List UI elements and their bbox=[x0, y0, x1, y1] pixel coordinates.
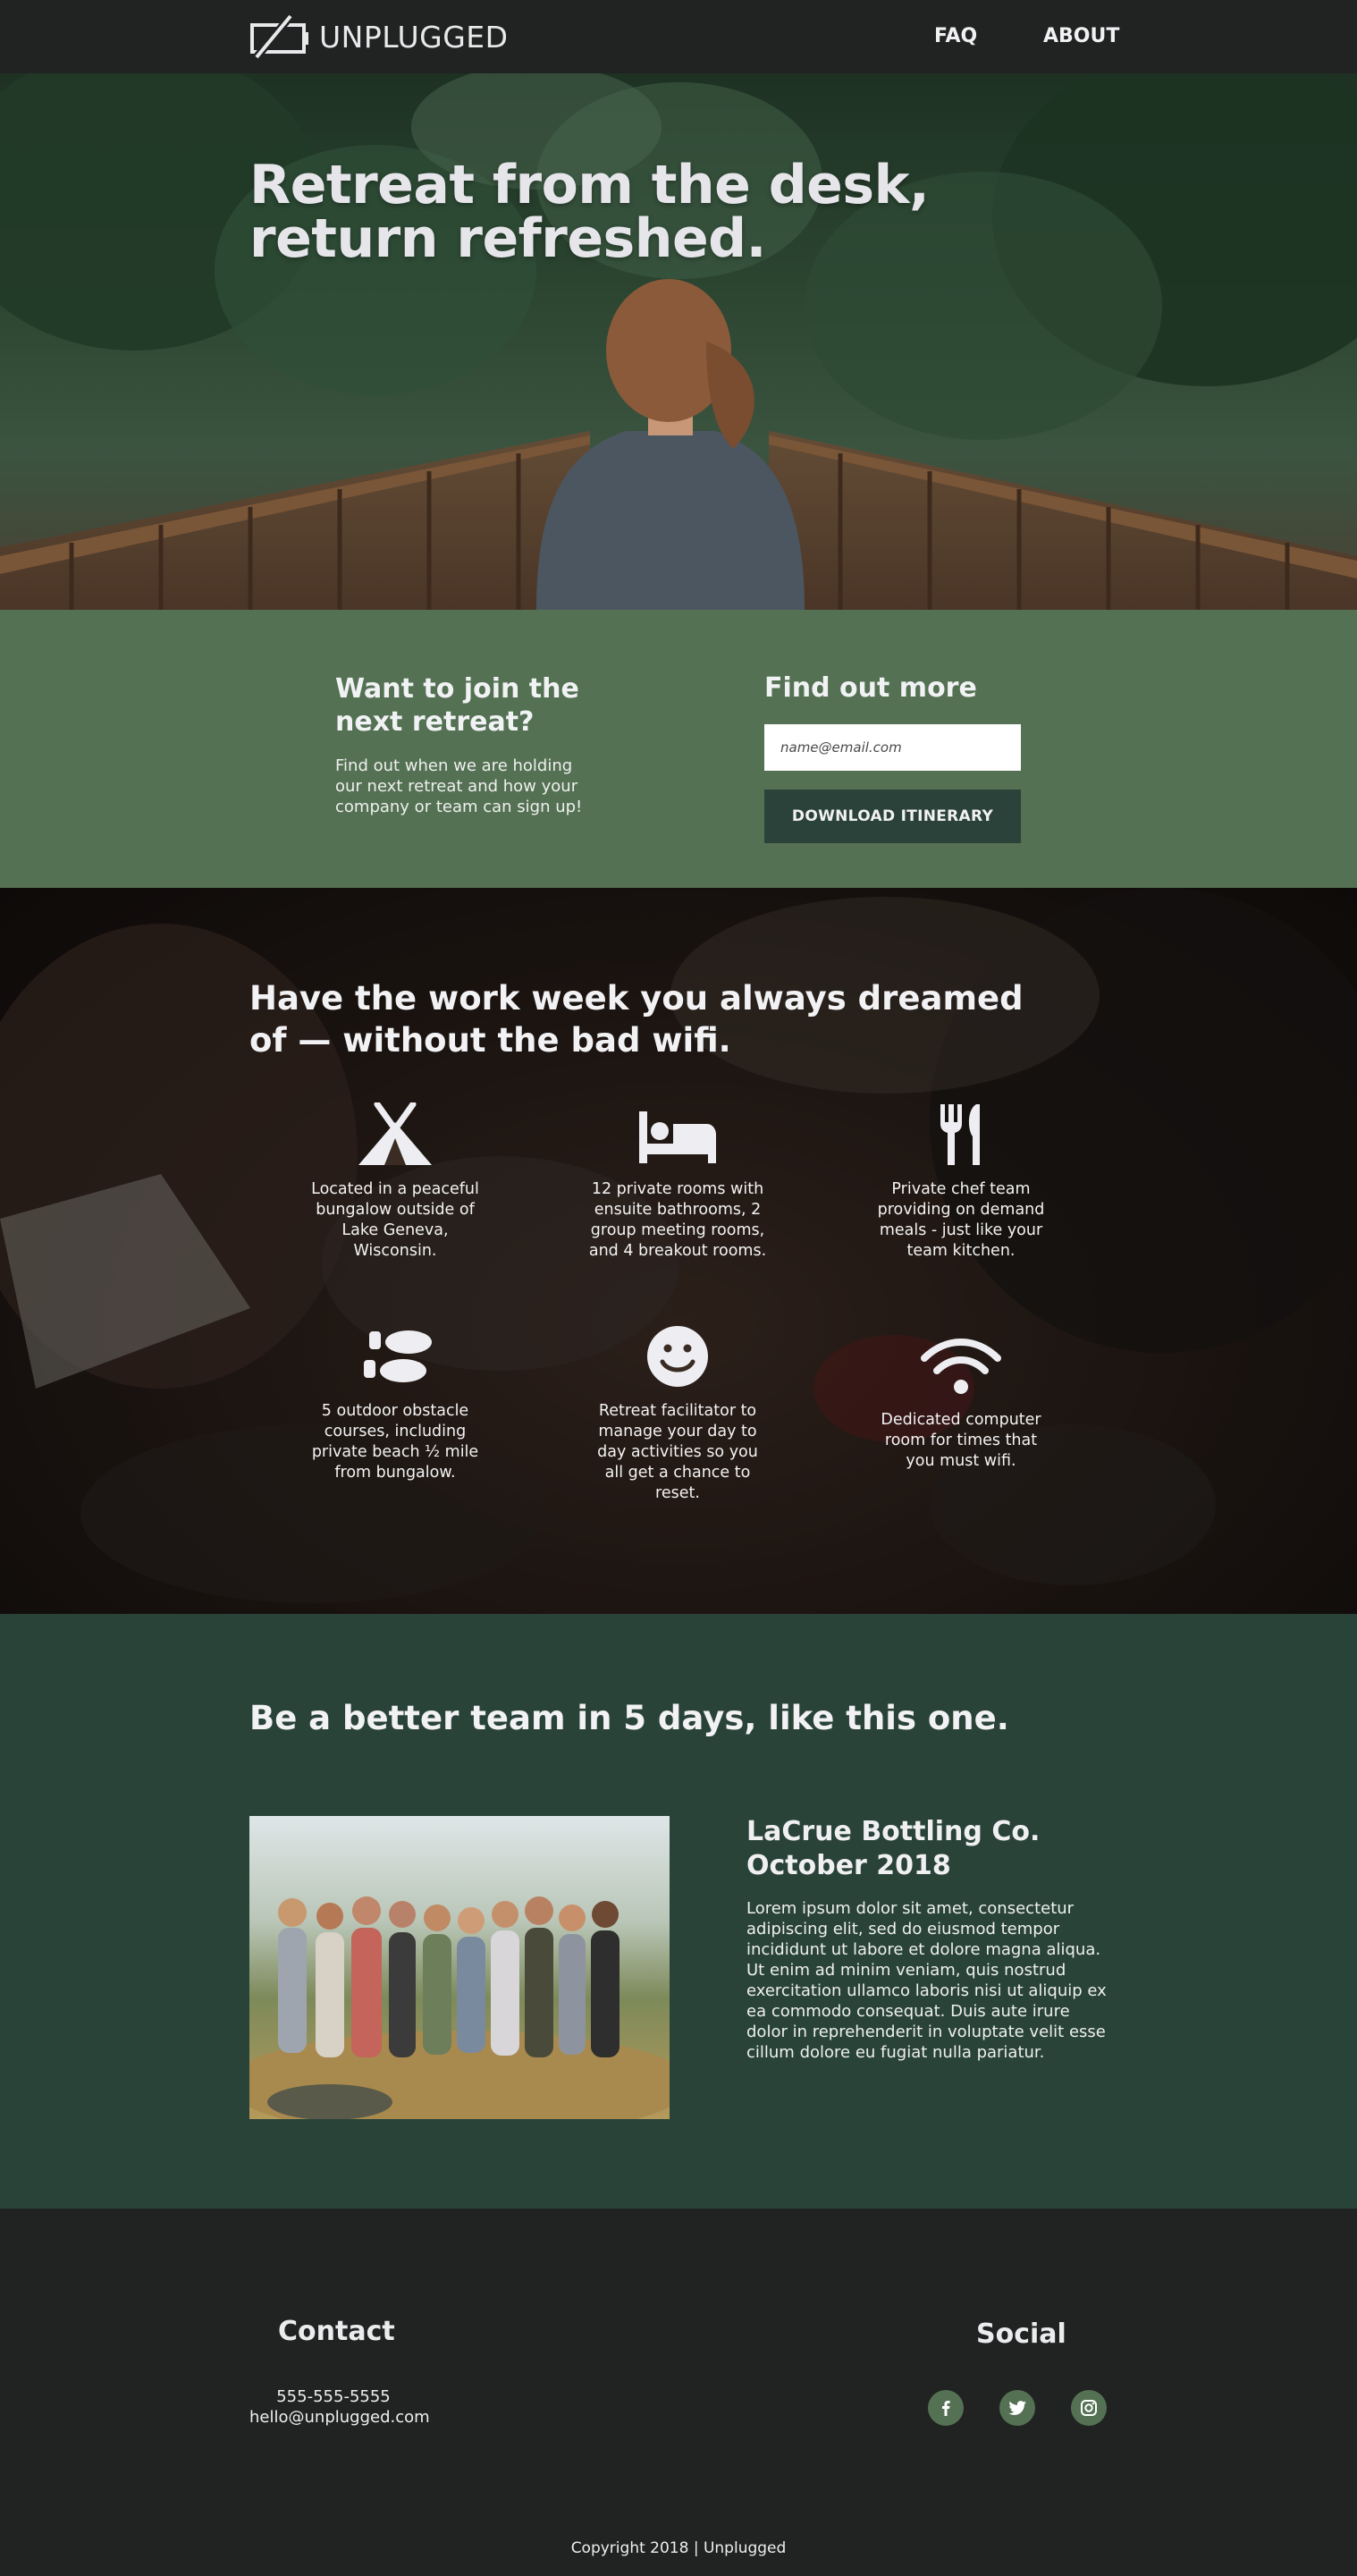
feature-item: 5 outdoor obstacle courses, including pr… bbox=[306, 1324, 485, 1483]
find-out-title: Find out more bbox=[764, 672, 977, 704]
email-field[interactable] bbox=[764, 724, 1021, 771]
instagram-button[interactable] bbox=[1071, 2390, 1107, 2426]
smile-icon bbox=[647, 1326, 708, 1387]
bed-icon bbox=[639, 1111, 716, 1163]
copyright: Copyright 2018 | Unplugged bbox=[570, 2539, 787, 2557]
footer: Contact 555-555-5555 hello@unplugged.com… bbox=[0, 2209, 1357, 2576]
footprints-icon bbox=[364, 1330, 432, 1382]
join-title: Want to join the next retreat? bbox=[335, 673, 579, 738]
utensils-icon bbox=[940, 1104, 980, 1165]
instagram-icon bbox=[1081, 2400, 1097, 2416]
wifi-icon bbox=[921, 1339, 1001, 1394]
feature-item: 12 private rooms with ensuite bathrooms,… bbox=[588, 1102, 767, 1262]
team-photo-image bbox=[249, 1816, 670, 2119]
feature-item: Retreat facilitator to manage your day t… bbox=[588, 1324, 767, 1504]
social-title: Social bbox=[976, 2318, 1066, 2350]
contact-phone[interactable]: 555-555-5555 bbox=[249, 2387, 417, 2406]
team-title: Be a better team in 5 days, like this on… bbox=[249, 1699, 1009, 1737]
feature-text: Dedicated computer room for times that y… bbox=[881, 1411, 1041, 1470]
top-nav: UNPLUGGED FAQ ABOUT bbox=[0, 0, 1357, 73]
facebook-button[interactable] bbox=[928, 2390, 964, 2426]
feature-text: Private chef team providing on demand me… bbox=[877, 1180, 1045, 1260]
case-study-text: Lorem ipsum dolor sit amet, consectetur … bbox=[746, 1899, 1107, 2062]
feature-text: Located in a peaceful bungalow outside o… bbox=[311, 1180, 479, 1260]
nav-link-faq[interactable]: FAQ bbox=[934, 25, 977, 47]
tent-icon bbox=[358, 1102, 432, 1165]
features-section: Have the work week you always dreamed of… bbox=[0, 888, 1357, 1614]
contact-email[interactable]: hello@unplugged.com bbox=[249, 2408, 430, 2427]
feature-item: Private chef team providing on demand me… bbox=[872, 1102, 1050, 1262]
hero-title: Retreat from the desk, return refreshed. bbox=[249, 154, 930, 270]
join-text: Find out when we are holding our next re… bbox=[335, 756, 583, 816]
facebook-icon bbox=[942, 2401, 950, 2416]
feature-text: 5 outdoor obstacle courses, including pr… bbox=[311, 1402, 479, 1482]
twitter-button[interactable] bbox=[999, 2390, 1035, 2426]
logo[interactable]: UNPLUGGED bbox=[249, 14, 509, 59]
feature-item: Located in a peaceful bungalow outside o… bbox=[306, 1102, 485, 1262]
contact-title: Contact bbox=[278, 2316, 395, 2347]
twitter-icon bbox=[1008, 2401, 1026, 2415]
feature-item: Dedicated computer room for times that y… bbox=[872, 1333, 1050, 1472]
unplugged-logo-icon bbox=[250, 14, 308, 59]
download-itinerary-button[interactable]: DOWNLOAD ITINERARY bbox=[764, 790, 1021, 843]
feature-text: Retreat facilitator to manage your day t… bbox=[597, 1402, 758, 1502]
features-title: Have the work week you always dreamed of… bbox=[249, 979, 1024, 1060]
case-study-title: LaCrue Bottling Co. October 2018 bbox=[746, 1816, 1041, 1881]
logo-text: UNPLUGGED bbox=[319, 19, 509, 55]
signup-section: Want to join the next retreat? Find out … bbox=[0, 610, 1357, 888]
feature-text: 12 private rooms with ensuite bathrooms,… bbox=[588, 1180, 767, 1260]
team-section: Be a better team in 5 days, like this on… bbox=[0, 1614, 1357, 2209]
hero-section: Retreat from the desk, return refreshed. bbox=[0, 73, 1357, 610]
nav-link-about[interactable]: ABOUT bbox=[1043, 25, 1119, 47]
team-photo bbox=[249, 1816, 670, 2119]
